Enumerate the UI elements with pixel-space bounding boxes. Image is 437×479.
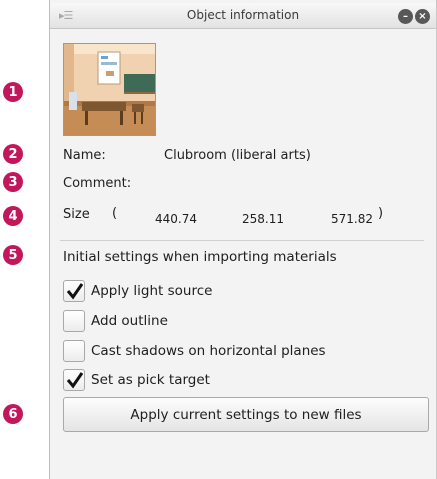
option-set-as-pick-target[interactable]: Set as pick target [63, 369, 210, 391]
material-thumbnail [63, 43, 156, 136]
option-add-outline[interactable]: Add outline [63, 310, 168, 332]
size-y-value: 258.11 [242, 212, 284, 226]
size-x-value: 440.74 [155, 212, 197, 226]
size-close-paren: ) [378, 206, 384, 221]
minimize-icon[interactable]: – [398, 9, 413, 24]
panel-title-bar[interactable]: ▸☰ Object information – × [50, 3, 436, 29]
option-label: Apply light source [91, 283, 213, 299]
size-open-paren: ( [112, 206, 118, 221]
option-label: Cast shadows on horizontal planes [91, 343, 326, 359]
callout-3: 3 [3, 172, 23, 192]
comment-label: Comment: [63, 176, 132, 191]
option-label: Set as pick target [91, 372, 210, 388]
option-apply-light-source[interactable]: Apply light source [63, 280, 212, 302]
object-information-panel: ▸☰ Object information – × Name: Clubroom… [49, 0, 437, 479]
panel-title: Object information [186, 8, 300, 22]
section-divider [60, 240, 424, 241]
callout-2: 2 [3, 144, 23, 164]
import-settings-heading: Initial settings when importing material… [63, 249, 337, 265]
checkbox-add-outline[interactable] [63, 310, 85, 332]
option-label: Add outline [91, 313, 168, 329]
checkbox-set-as-pick-target[interactable] [63, 369, 85, 391]
size-label: Size [63, 207, 90, 222]
checkbox-cast-shadows[interactable] [63, 340, 85, 362]
callout-1: 1 [3, 82, 23, 102]
callout-5: 5 [3, 245, 23, 265]
callout-4: 4 [3, 206, 23, 226]
checkmark-icon [66, 372, 84, 389]
checkbox-apply-light-source[interactable] [63, 280, 85, 302]
apply-settings-to-new-files-button[interactable]: Apply current settings to new files [63, 397, 429, 432]
name-label: Name: [63, 148, 106, 163]
checkmark-icon [66, 283, 84, 300]
close-icon[interactable]: × [415, 9, 430, 24]
callout-6: 6 [3, 404, 23, 424]
thumbnail-image [64, 44, 155, 135]
size-z-value: 571.82 [331, 212, 373, 226]
name-value: Clubroom (liberal arts) [164, 148, 311, 163]
option-cast-shadows[interactable]: Cast shadows on horizontal planes [63, 340, 326, 362]
